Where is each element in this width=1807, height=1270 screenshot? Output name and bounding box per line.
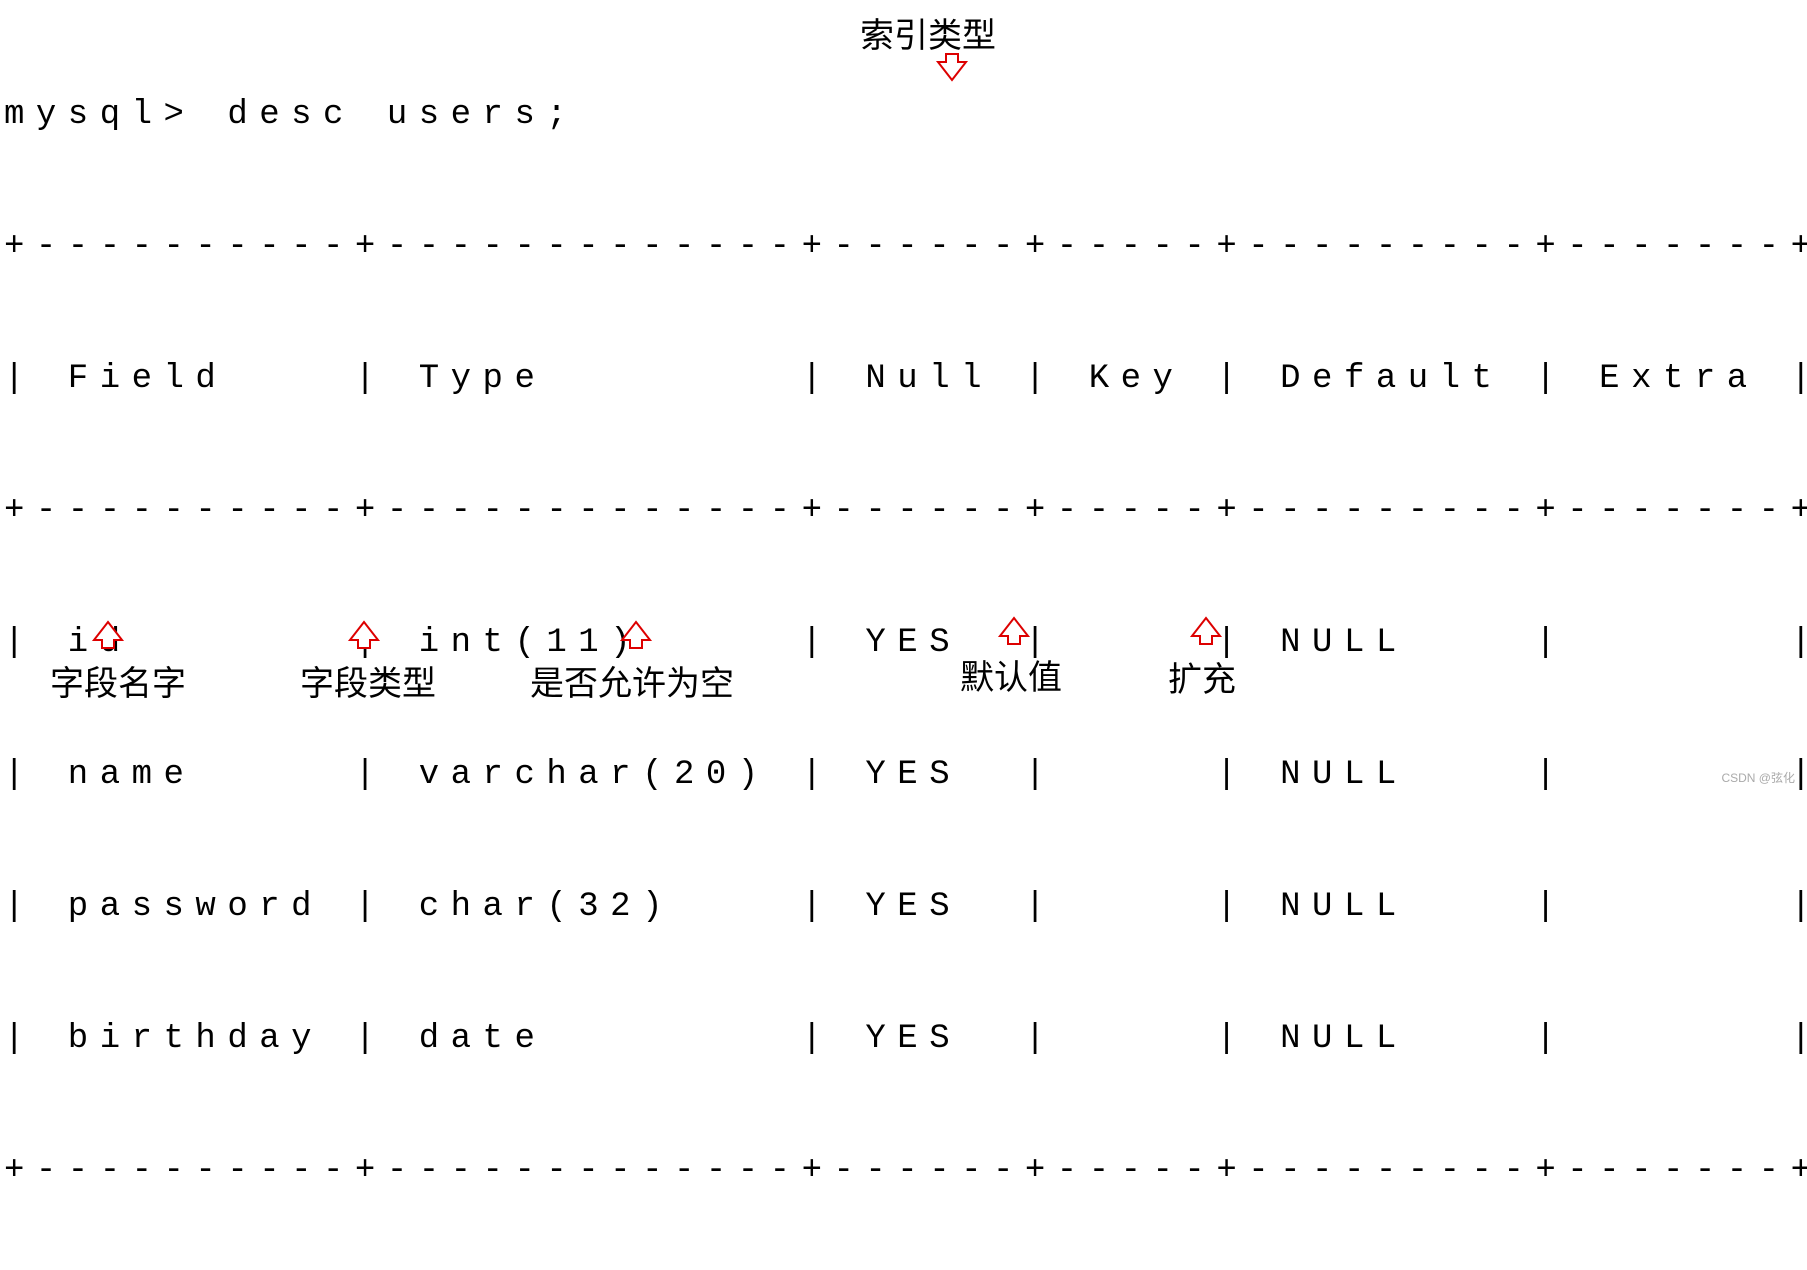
annotation-field-type: 字段类型 bbox=[300, 656, 436, 705]
table-border-bottom: +----------+-------------+------+-----+-… bbox=[4, 1138, 1807, 1204]
table-row: | name | varchar(20) | YES | | NULL | | bbox=[4, 742, 1807, 808]
watermark: CSDN @弦化 bbox=[1721, 769, 1795, 786]
arrow-up-icon bbox=[618, 618, 654, 654]
annotation-default-value: 默认值 bbox=[960, 650, 1062, 699]
arrow-up-icon bbox=[1188, 614, 1224, 650]
arrow-up-icon bbox=[90, 618, 126, 654]
table-border-top: +----------+-------------+------+-----+-… bbox=[4, 214, 1807, 280]
table-row: | birthday | date | YES | | NULL | | bbox=[4, 1006, 1807, 1072]
arrow-up-icon bbox=[996, 614, 1032, 650]
mysql-prompt: mysql> desc users; bbox=[4, 82, 1807, 148]
annotation-field-name: 字段名字 bbox=[50, 656, 186, 705]
annotation-extra: 扩充 bbox=[1168, 652, 1236, 701]
annotation-null-allowed: 是否允许为空 bbox=[530, 656, 734, 705]
arrow-up-icon bbox=[346, 618, 382, 654]
table-header-row: | Field | Type | Null | Key | Default | … bbox=[4, 346, 1807, 412]
terminal-output: mysql> desc users; +----------+---------… bbox=[4, 16, 1807, 1270]
table-border-mid: +----------+-------------+------+-----+-… bbox=[4, 478, 1807, 544]
table-row: | id | int(11) | YES | | NULL | | bbox=[4, 610, 1807, 676]
table-row: | password | char(32) | YES | | NULL | | bbox=[4, 874, 1807, 940]
